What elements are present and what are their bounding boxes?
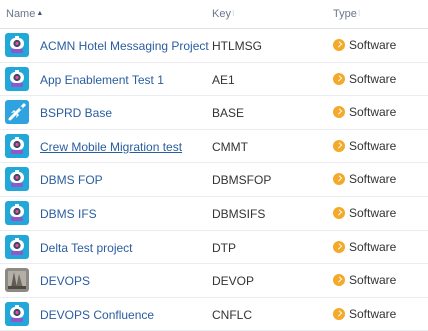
project-type-label: Software (349, 71, 397, 86)
project-name-link[interactable]: BSPRD Base (40, 106, 112, 120)
table-row[interactable]: ACMN Hotel Messaging Project HTLMSG Softwa… (0, 29, 428, 63)
column-header-key-label: Key (212, 8, 231, 20)
column-header-type[interactable]: Type⁝ (333, 8, 360, 20)
project-avatar-icon[interactable] (5, 100, 29, 125)
project-avatar-icon[interactable] (5, 133, 29, 158)
project-key: DEVOP (212, 274, 255, 289)
project-type-label: Software (349, 138, 397, 153)
software-type-icon (333, 307, 345, 320)
table-row[interactable]: Crew Mobile Migration test CMMT Software (0, 130, 428, 164)
table-body: ACMN Hotel Messaging Project HTLMSG Softwa… (0, 29, 428, 331)
project-type: Software (333, 206, 396, 220)
sort-ascending-icon: ▲ (36, 10, 44, 17)
project-name-link[interactable]: DBMS FOP (40, 173, 103, 187)
project-name-link[interactable]: Delta Test project (40, 241, 133, 255)
project-avatar-icon[interactable] (5, 200, 29, 225)
project-type-label: Software (349, 273, 397, 288)
project-type: Software (333, 72, 396, 86)
project-name-link[interactable]: Crew Mobile Migration test (40, 140, 182, 154)
project-name-link[interactable]: DEVOPS (40, 274, 90, 288)
software-type-icon (333, 206, 345, 219)
project-type-label: Software (349, 172, 397, 187)
sort-icon: ⁝ (357, 9, 361, 18)
project-type-label: Software (349, 205, 397, 220)
project-type-label: Software (349, 306, 397, 321)
software-type-icon (333, 173, 345, 186)
project-avatar-icon[interactable] (5, 33, 29, 57)
project-key: DBMSIFS (212, 206, 266, 221)
project-key: CNFLC (212, 307, 253, 322)
project-name-link[interactable]: DEVOPS Confluence (40, 308, 154, 322)
table-row[interactable]: App Enablement Test 1 AE1 Software (0, 63, 428, 97)
table-row[interactable]: Delta Test project DTP Software (0, 230, 428, 265)
project-type: Software (333, 139, 396, 153)
software-type-icon (333, 139, 345, 152)
project-type: Software (333, 273, 396, 287)
project-key: CMMT (212, 139, 248, 154)
project-name-link[interactable]: DBMS IFS (40, 207, 97, 221)
project-name-link[interactable]: ACMN Hotel Messaging Project (40, 39, 209, 53)
projects-table: Name▲ Key⁝ Type⁝ ACMN Hotel Messaging Pr… (0, 0, 428, 331)
project-avatar-icon[interactable] (5, 301, 29, 326)
software-type-icon (333, 39, 345, 51)
table-row[interactable]: BSPRD Base BASE Software (0, 96, 428, 130)
column-header-type-label: Type (333, 8, 357, 20)
software-type-icon (333, 274, 345, 287)
project-type-label: Software (349, 38, 397, 52)
project-avatar-icon[interactable] (5, 234, 29, 259)
project-type-label: Software (349, 239, 397, 254)
table-row[interactable]: DEVOPS Confluence CNFLC Software (0, 297, 428, 331)
project-type: Software (333, 172, 396, 186)
software-type-icon (333, 72, 345, 85)
project-key: BASE (212, 106, 245, 121)
project-type: Software (333, 105, 396, 119)
sort-icon: ⁝ (231, 9, 235, 18)
column-header-key[interactable]: Key⁝ (212, 8, 235, 20)
table-row[interactable]: DEVOPS DEVOP Software (0, 264, 428, 298)
project-key: HTLMSG (212, 39, 263, 53)
table-header: Name▲ Key⁝ Type⁝ (0, 0, 428, 29)
project-key: AE1 (212, 72, 235, 87)
project-type: Software (333, 307, 396, 321)
project-key: DBMSFOP (212, 173, 272, 188)
column-header-name-label: Name (6, 8, 36, 20)
column-header-name[interactable]: Name▲ (6, 8, 43, 20)
software-type-icon (333, 106, 345, 119)
project-type: Software (333, 240, 396, 254)
project-type-label: Software (349, 105, 397, 120)
project-name-link[interactable]: App Enablement Test 1 (40, 73, 164, 87)
table-row[interactable]: DBMS IFS DBMSIFS Software (0, 197, 428, 231)
project-avatar-icon[interactable] (5, 268, 29, 293)
project-type: Software (333, 38, 396, 52)
table-row[interactable]: DBMS FOP DBMSFOP Software (0, 163, 428, 197)
project-avatar-icon[interactable] (5, 66, 29, 91)
software-type-icon (333, 240, 345, 253)
project-avatar-icon[interactable] (5, 167, 29, 192)
project-key: DTP (212, 240, 236, 255)
